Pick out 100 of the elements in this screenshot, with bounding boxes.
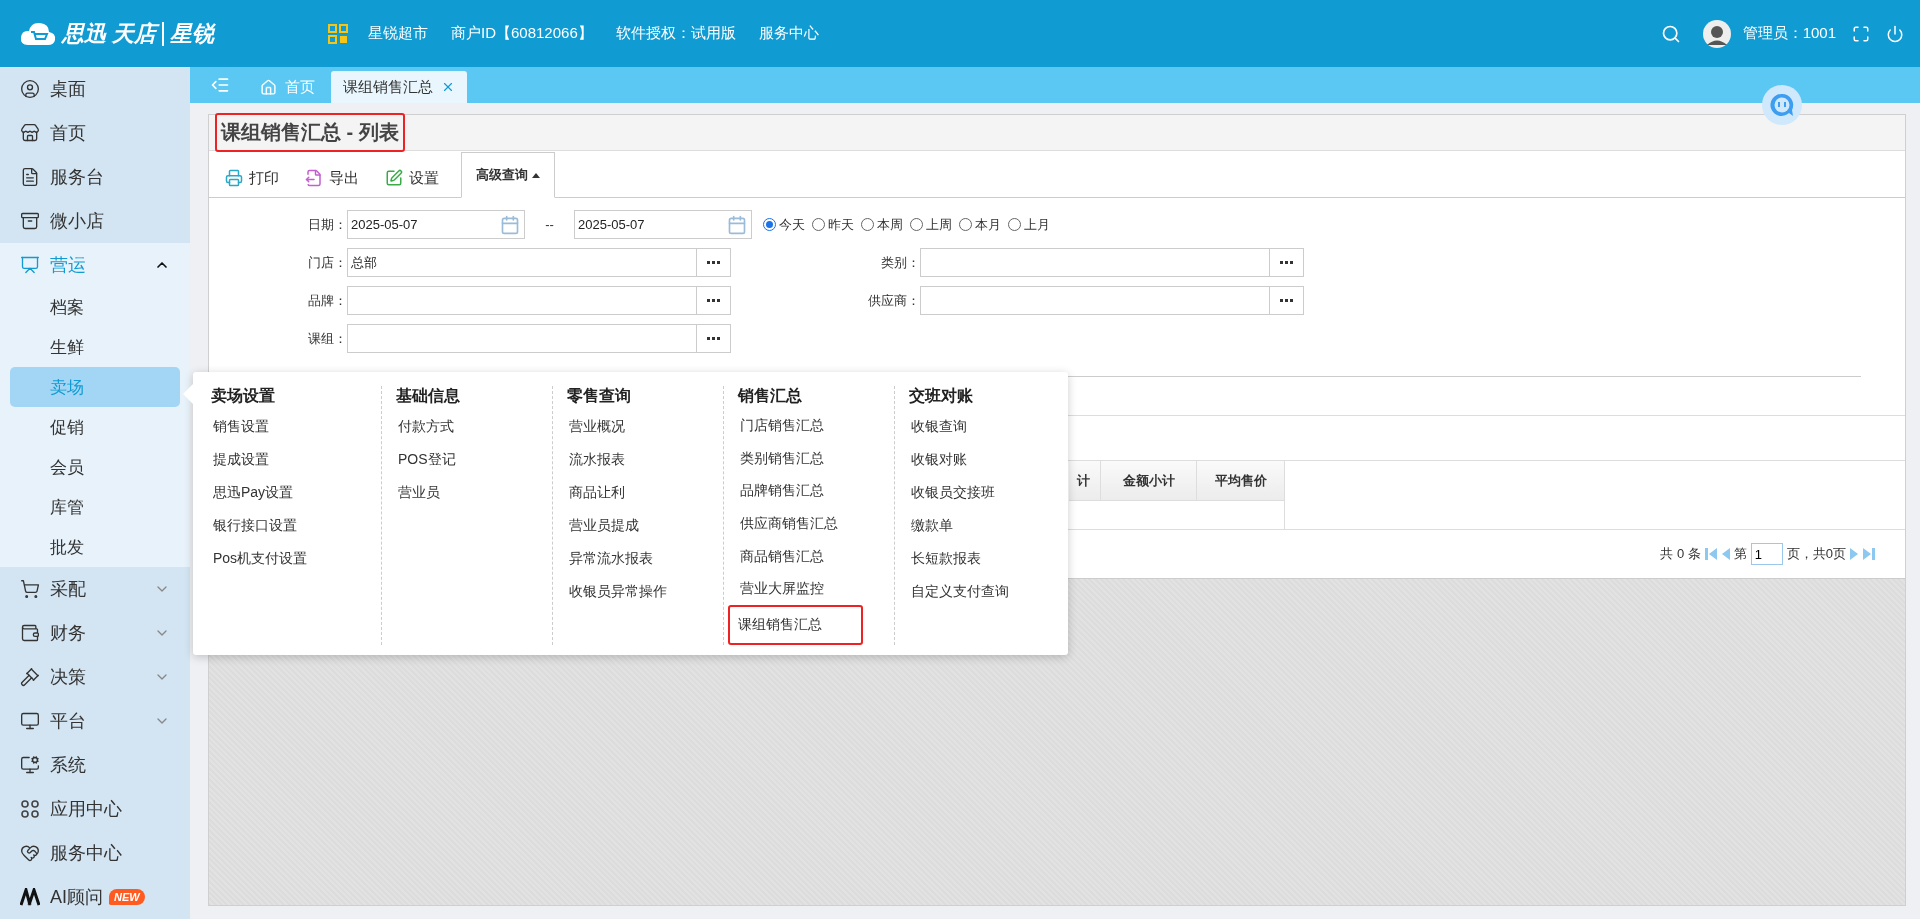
menu-heading: 交班对账 [909, 386, 974, 406]
search-icon[interactable] [1660, 23, 1681, 44]
monitor-icon [20, 711, 40, 731]
heart-hand-icon [20, 843, 40, 863]
lookup-field[interactable] [347, 324, 731, 353]
menu-item[interactable]: 银行接口设置 [211, 509, 381, 542]
calendar-icon[interactable] [727, 214, 747, 235]
sidebar-item[interactable]: 采配 [0, 567, 190, 611]
query-tab[interactable]: 高级查询 [461, 152, 555, 198]
menu-item[interactable]: 商品销售汇总 [738, 540, 894, 573]
grid-dots-icon [20, 799, 40, 819]
sidebar-item[interactable]: 服务台 [0, 155, 190, 199]
menu-item[interactable]: 思迅Pay设置 [211, 476, 381, 509]
sidebar-item[interactable]: 决策 [0, 655, 190, 699]
menu-item[interactable]: 收银对账 [909, 443, 1066, 476]
power-icon[interactable] [1886, 24, 1904, 43]
sidebar-item[interactable]: 服务中心 [0, 831, 190, 875]
menu-item[interactable]: 自定义支付查询 [909, 575, 1066, 608]
menu-item[interactable]: 收银员异常操作 [567, 575, 723, 608]
lookup-field[interactable] [920, 286, 1304, 315]
sidebar-subitem[interactable]: 生鲜 [10, 327, 180, 367]
menu-item[interactable]: 异常流水报表 [567, 542, 723, 575]
fullscreen-icon[interactable] [1852, 24, 1870, 43]
lookup-field[interactable] [920, 248, 1304, 277]
page-count: 页，共0页 [1786, 545, 1846, 563]
column-header: 金额小计 [1101, 461, 1197, 501]
menu-item[interactable]: 营业员 [396, 476, 552, 509]
sidebar-item[interactable]: 桌面 [0, 67, 190, 111]
field-label: 门店： [307, 253, 347, 272]
menu-item[interactable]: 商品让利 [567, 476, 723, 509]
next-page-icon[interactable] [1850, 547, 1859, 561]
menu-item[interactable]: 长短款报表 [909, 542, 1066, 575]
page-tab[interactable]: 课组销售汇总 [331, 71, 467, 103]
range-radio[interactable]: 昨天 [812, 215, 854, 234]
sidebar-item[interactable]: 系统 [0, 743, 190, 787]
range-radio[interactable]: 上月 [1008, 215, 1050, 234]
last-page-icon[interactable] [1863, 547, 1875, 561]
cloud-cart-icon [20, 20, 56, 47]
menu-item[interactable]: 类别销售汇总 [738, 442, 894, 475]
sidebar-subitem[interactable]: 促销 [10, 407, 180, 447]
menu-item[interactable]: 提成设置 [211, 443, 381, 476]
printer-icon [225, 169, 243, 187]
sidebar-subitem[interactable]: 批发 [10, 527, 180, 567]
menu-item[interactable]: 收银查询 [909, 410, 1066, 443]
first-page-icon[interactable] [1704, 547, 1717, 561]
menu-item[interactable]: POS登记 [396, 443, 552, 476]
menu-item[interactable]: 品牌销售汇总 [738, 474, 894, 508]
presentation-icon [20, 255, 40, 275]
date-field[interactable]: 2025-05-07 [347, 210, 525, 239]
document-icon [20, 167, 40, 187]
sidebar-item[interactable]: 首页 [0, 111, 190, 155]
menu-item[interactable]: 营业大屏监控 [738, 572, 894, 606]
field-label: 供应商： [867, 291, 920, 310]
lookup-field[interactable] [347, 286, 731, 315]
menu-item[interactable]: 门店销售汇总 [738, 409, 894, 443]
toolbar-button[interactable]: 导出 [301, 159, 363, 197]
range-radio[interactable]: 本周 [861, 215, 903, 234]
range-radio[interactable]: 本月 [959, 215, 1001, 234]
menu-item[interactable]: 供应商销售汇总 [738, 507, 894, 541]
range-radio[interactable]: 今天 [763, 215, 805, 234]
page-title: 课组销售汇总 - 列表 [215, 113, 405, 152]
edit-icon [385, 169, 403, 187]
menu-item[interactable]: 流水报表 [567, 443, 723, 476]
sidebar-item[interactable]: AI顾问 NEW [0, 875, 190, 919]
menu-item[interactable]: Pos机支付设置 [211, 542, 381, 575]
avatar-icon[interactable] [1702, 19, 1731, 48]
sidebar-subitem[interactable]: 档案 [10, 287, 180, 327]
sidebar-item[interactable]: 应用中心 [0, 787, 190, 831]
archive-icon [20, 211, 40, 231]
qr-code-icon[interactable] [328, 23, 348, 44]
sidebar-item[interactable]: 财务 [0, 611, 190, 655]
menu-item[interactable]: 销售设置 [211, 410, 381, 443]
sidebar-item[interactable]: 微小店 [0, 199, 190, 243]
page-number-field[interactable]: 1 [1750, 543, 1783, 565]
menu-item[interactable]: 营业概况 [567, 410, 723, 443]
close-icon[interactable] [441, 80, 455, 94]
menu-heading: 卖场设置 [211, 386, 276, 406]
sidebar-subitem[interactable]: 会员 [10, 447, 180, 487]
toolbar-button[interactable]: 设置 [381, 159, 443, 197]
date-field[interactable]: 2025-05-07 [574, 210, 752, 239]
field-label: 日期： [307, 215, 347, 234]
field-label: 品牌： [307, 291, 347, 310]
range-radio[interactable]: 上周 [910, 215, 952, 234]
lookup-field[interactable]: 总部 [347, 248, 731, 277]
sidebar-item[interactable]: 平台 [0, 699, 190, 743]
previous-page-icon[interactable] [1720, 547, 1730, 561]
toolbar-button[interactable]: 打印 [221, 159, 283, 197]
sidebar-subitem[interactable]: 库管 [10, 487, 180, 527]
menu-toggle-icon[interactable] [210, 75, 230, 95]
menu-item[interactable]: 营业员提成 [567, 509, 723, 542]
menu-item[interactable]: 付款方式 [396, 410, 552, 443]
logo: 思迅 天店 星锐 [20, 18, 328, 49]
home-icon [260, 78, 277, 96]
menu-item[interactable]: 课组销售汇总 [728, 605, 863, 645]
calendar-icon[interactable] [500, 214, 520, 235]
new-badge: NEW [109, 889, 145, 905]
menu-heading: 基础信息 [396, 386, 461, 406]
page-label: 第 [1733, 545, 1747, 563]
menu-item[interactable]: 收银员交接班 [909, 476, 1066, 509]
menu-item[interactable]: 缴款单 [909, 509, 1066, 542]
